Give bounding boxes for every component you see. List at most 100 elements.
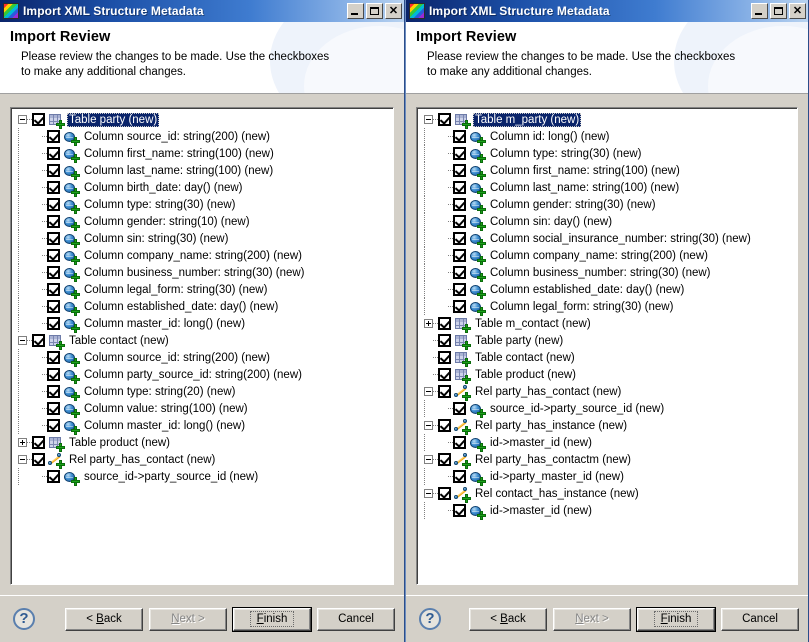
tree-checkbox[interactable]	[453, 249, 466, 262]
tree-row[interactable]: Table product (new)	[417, 366, 797, 383]
tree-row[interactable]: Rel contact_has_instance (new)	[417, 485, 797, 502]
tree-checkbox[interactable]	[47, 164, 60, 177]
tree-row[interactable]: Column social_insurance_number: string(3…	[417, 230, 797, 247]
tree-row[interactable]: Column established_date: day() (new)	[11, 298, 393, 315]
collapse-icon[interactable]	[424, 387, 433, 396]
tree-row[interactable]: Column gender: string(10) (new)	[11, 213, 393, 230]
finish-button[interactable]: Finish	[233, 608, 311, 631]
collapse-icon[interactable]	[18, 455, 27, 464]
tree-checkbox[interactable]	[47, 181, 60, 194]
tree-checkbox[interactable]	[438, 334, 451, 347]
expand-icon[interactable]	[18, 438, 27, 447]
tree-checkbox[interactable]	[453, 300, 466, 313]
tree-checkbox[interactable]	[453, 436, 466, 449]
tree-checkbox[interactable]	[438, 368, 451, 381]
tree-checkbox[interactable]	[453, 130, 466, 143]
tree-checkbox[interactable]	[453, 283, 466, 296]
tree-checkbox[interactable]	[47, 300, 60, 313]
tree-checkbox[interactable]	[47, 351, 60, 364]
tree-checkbox[interactable]	[47, 266, 60, 279]
help-icon[interactable]: ?	[419, 608, 441, 630]
tree-row[interactable]: Column company_name: string(200) (new)	[11, 247, 393, 264]
tree-checkbox[interactable]	[453, 232, 466, 245]
collapse-icon[interactable]	[424, 455, 433, 464]
tree-checkbox[interactable]	[47, 385, 60, 398]
tree-checkbox[interactable]	[438, 317, 451, 330]
collapse-icon[interactable]	[18, 115, 27, 124]
tree-row[interactable]: Table m_party (new)	[417, 111, 797, 128]
tree-checkbox[interactable]	[438, 453, 451, 466]
tree-row[interactable]: Column birth_date: day() (new)	[11, 179, 393, 196]
tree-row[interactable]: id->master_id (new)	[417, 502, 797, 519]
tree-checkbox[interactable]	[47, 130, 60, 143]
maximize-button[interactable]	[770, 3, 787, 19]
tree-checkbox[interactable]	[47, 198, 60, 211]
tree-row[interactable]: Column business_number: string(30) (new)	[417, 264, 797, 281]
tree-row[interactable]: Column party_source_id: string(200) (new…	[11, 366, 393, 383]
tree-checkbox[interactable]	[47, 402, 60, 415]
tree-row[interactable]: Column last_name: string(100) (new)	[11, 162, 393, 179]
cancel-button[interactable]: Cancel	[721, 608, 799, 631]
tree-row[interactable]: Column master_id: long() (new)	[11, 417, 393, 434]
tree-checkbox[interactable]	[47, 232, 60, 245]
cancel-button[interactable]: Cancel	[317, 608, 395, 631]
back-button[interactable]: < Back	[65, 608, 143, 631]
collapse-icon[interactable]	[424, 115, 433, 124]
tree-checkbox[interactable]	[47, 147, 60, 160]
tree-row[interactable]: Column legal_form: string(30) (new)	[417, 298, 797, 315]
tree-checkbox[interactable]	[47, 215, 60, 228]
tree-checkbox[interactable]	[453, 164, 466, 177]
import-review-tree-left[interactable]: Table party (new)Column source_id: strin…	[10, 107, 394, 585]
tree-row[interactable]: Column type: string(20) (new)	[11, 383, 393, 400]
tree-row[interactable]: Column source_id: string(200) (new)	[11, 128, 393, 145]
collapse-icon[interactable]	[18, 336, 27, 345]
tree-row[interactable]: Rel party_has_contactm (new)	[417, 451, 797, 468]
tree-checkbox[interactable]	[453, 198, 466, 211]
tree-row[interactable]: Column company_name: string(200) (new)	[417, 247, 797, 264]
tree-checkbox[interactable]	[32, 113, 45, 126]
tree-checkbox[interactable]	[438, 419, 451, 432]
tree-row[interactable]: Column master_id: long() (new)	[11, 315, 393, 332]
tree-checkbox[interactable]	[32, 334, 45, 347]
tree-row[interactable]: Column type: string(30) (new)	[417, 145, 797, 162]
tree-checkbox[interactable]	[47, 317, 60, 330]
tree-row[interactable]: Column legal_form: string(30) (new)	[11, 281, 393, 298]
tree-checkbox[interactable]	[453, 504, 466, 517]
tree-row[interactable]: Rel party_has_contact (new)	[417, 383, 797, 400]
tree-checkbox[interactable]	[438, 351, 451, 364]
tree-row[interactable]: Column id: long() (new)	[417, 128, 797, 145]
tree-row[interactable]: Table party (new)	[417, 332, 797, 349]
tree-checkbox[interactable]	[453, 181, 466, 194]
tree-row[interactable]: Rel party_has_instance (new)	[417, 417, 797, 434]
tree-row[interactable]: Column gender: string(30) (new)	[417, 196, 797, 213]
finish-button[interactable]: Finish	[637, 608, 715, 631]
help-icon[interactable]: ?	[13, 608, 35, 630]
tree-checkbox[interactable]	[453, 402, 466, 415]
tree-checkbox[interactable]	[47, 470, 60, 483]
tree-row[interactable]: Column value: string(100) (new)	[11, 400, 393, 417]
collapse-icon[interactable]	[424, 489, 433, 498]
tree-checkbox[interactable]	[438, 385, 451, 398]
tree-row[interactable]: Table party (new)	[11, 111, 393, 128]
tree-row[interactable]: Table contact (new)	[11, 332, 393, 349]
tree-checkbox[interactable]	[47, 283, 60, 296]
tree-row[interactable]: Column established_date: day() (new)	[417, 281, 797, 298]
tree-row[interactable]: Column last_name: string(100) (new)	[417, 179, 797, 196]
tree-checkbox[interactable]	[47, 249, 60, 262]
tree-row[interactable]: source_id->party_source_id (new)	[417, 400, 797, 417]
tree-row[interactable]: Column first_name: string(100) (new)	[11, 145, 393, 162]
tree-checkbox[interactable]	[453, 266, 466, 279]
tree-checkbox[interactable]	[47, 368, 60, 381]
tree-row[interactable]: id->party_master_id (new)	[417, 468, 797, 485]
tree-checkbox[interactable]	[32, 453, 45, 466]
tree-row[interactable]: Column first_name: string(100) (new)	[417, 162, 797, 179]
minimize-button[interactable]	[347, 3, 364, 19]
tree-row[interactable]: Table m_contact (new)	[417, 315, 797, 332]
tree-row[interactable]: id->master_id (new)	[417, 434, 797, 451]
close-icon[interactable]: ✕	[385, 3, 402, 19]
tree-checkbox[interactable]	[438, 487, 451, 500]
tree-row[interactable]: Table contact (new)	[417, 349, 797, 366]
tree-checkbox[interactable]	[453, 147, 466, 160]
import-review-tree-right[interactable]: Table m_party (new)Column id: long() (ne…	[416, 107, 798, 585]
tree-row[interactable]: Column sin: string(30) (new)	[11, 230, 393, 247]
